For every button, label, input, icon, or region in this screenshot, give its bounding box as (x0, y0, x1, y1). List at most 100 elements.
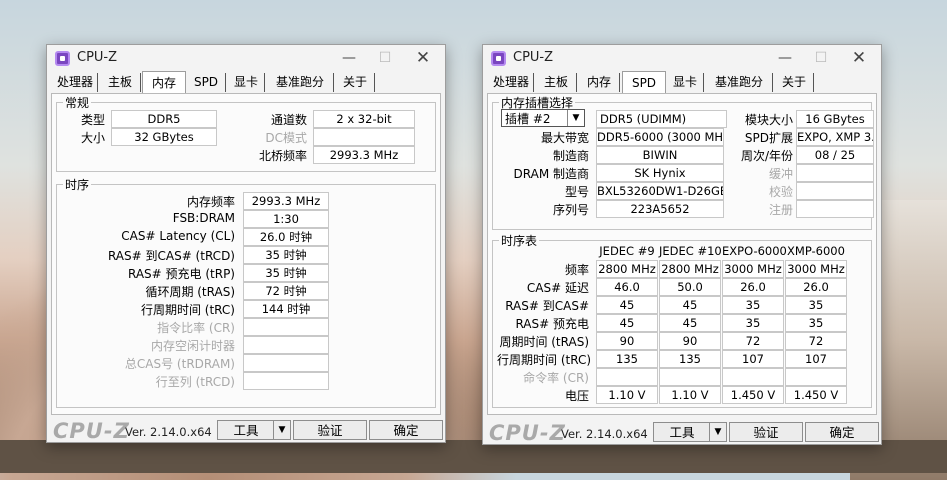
validate-button[interactable]: 验证 (293, 420, 367, 440)
timing-column-header: XMP-6000 (787, 244, 845, 258)
timing-label: CAS# Latency (CL) (121, 229, 235, 243)
tab-bench[interactable]: 基准跑分 (706, 73, 773, 92)
tab-mainboard[interactable]: 主板 (536, 73, 577, 92)
timing-row-label: 周期时间 (tRAS) (499, 335, 589, 349)
timing-table-group: 时序表 JEDEC #9 JEDEC #10 EXPO-6000 XMP-6000 频率… (492, 232, 872, 408)
timing-cell: 50.0 (659, 278, 721, 296)
ok-button[interactable]: 确定 (369, 420, 443, 440)
minimize-icon[interactable]: — (769, 47, 801, 69)
cpuz-logo: CPU-Z (53, 419, 130, 443)
tab-memory[interactable]: 内存 (142, 71, 186, 95)
general-group: 常规 类型 DDR5 大小 32 GBytes 通道数 2 x 32-bit D… (56, 94, 436, 172)
manufacturer-label: 制造商 (552, 149, 589, 163)
timing-row-label: 行周期时间 (tRC) (497, 353, 592, 367)
buffered-label: 缓冲 (768, 167, 793, 181)
tab-spd[interactable]: SPD (187, 73, 226, 92)
validate-button[interactable]: 验证 (729, 422, 803, 442)
close-icon[interactable]: ✕ (407, 47, 439, 69)
nb-freq-value: 2993.3 MHz (313, 146, 415, 164)
tools-button[interactable]: 工具 ▼ (653, 422, 727, 442)
ok-button[interactable]: 确定 (805, 422, 879, 442)
dram-manufacturer-value: SK Hynix (596, 164, 724, 182)
tab-graphics[interactable]: 显卡 (667, 73, 704, 92)
memory-type-value: DDR5 (UDIMM) (596, 110, 727, 128)
footer: CPU-Z Ver. 2.14.0.x64 工具 ▼ 验证 确定 (47, 417, 445, 445)
title-bar[interactable]: CPU-Z — ☐ ✕ (47, 45, 445, 71)
type-value: DDR5 (111, 110, 217, 128)
timing-cell (722, 368, 784, 386)
footer: CPU-Z Ver. 2.14.0.x64 工具 ▼ 验证 确定 (483, 419, 881, 447)
chevron-down-icon[interactable]: ▼ (567, 110, 584, 126)
registered-value (796, 200, 874, 218)
chevron-down-icon[interactable]: ▼ (273, 421, 290, 439)
timing-cell: 3000 MHz (785, 260, 847, 278)
dram-manufacturer-label: DRAM 制造商 (513, 167, 589, 181)
timing-row-label: 命令率 (CR) (523, 371, 589, 385)
timing-row-label: 电压 (564, 389, 589, 403)
memory-panel: 常规 类型 DDR5 大小 32 GBytes 通道数 2 x 32-bit D… (51, 93, 441, 415)
chevron-down-icon[interactable]: ▼ (709, 423, 726, 441)
part-number-label: 型号 (564, 185, 589, 199)
timing-cell: 107 (722, 350, 784, 368)
timing-cell: 72 (722, 332, 784, 350)
title-bar[interactable]: CPU-Z — ☐ ✕ (483, 45, 881, 71)
tab-memory[interactable]: 内存 (579, 73, 620, 92)
cpuz-window-spd: CPU-Z — ☐ ✕ 处理器 主板 内存 SPD 显卡 基准跑分 关于 内存插… (482, 44, 882, 445)
type-label: 类型 (80, 113, 105, 127)
tab-spd[interactable]: SPD (622, 71, 666, 95)
timing-cell: 3000 MHz (722, 260, 784, 278)
serial-value: 223A5652 (596, 200, 724, 218)
timing-value: 144 时钟 (243, 300, 329, 318)
timing-row-label: RAS# 到CAS# (505, 299, 589, 313)
timing-cell: 135 (596, 350, 658, 368)
timing-label: 行周期时间 (tRC) (140, 303, 235, 317)
timing-cell: 45 (596, 296, 658, 314)
slot-selected: 插槽 #2 (505, 112, 551, 126)
cpuz-app-icon (55, 51, 70, 66)
timing-label: RAS# 到CAS# (tRCD) (107, 249, 235, 263)
correction-value (796, 182, 874, 200)
tab-about[interactable]: 关于 (775, 73, 814, 92)
timing-cell: 135 (659, 350, 721, 368)
slot-select[interactable]: 插槽 #2 ▼ (501, 109, 585, 127)
timing-cell: 46.0 (596, 278, 658, 296)
tools-label: 工具 (669, 425, 695, 440)
timing-cell (596, 368, 658, 386)
timing-value (243, 354, 329, 372)
timing-row-label: CAS# 延迟 (526, 281, 589, 295)
maximize-icon[interactable]: ☐ (805, 47, 837, 69)
tab-bench[interactable]: 基准跑分 (267, 73, 334, 92)
timing-label: 行至列 (tRCD) (155, 375, 235, 389)
timing-value (243, 318, 329, 336)
timing-label: FSB:DRAM (172, 211, 235, 225)
tools-button[interactable]: 工具 ▼ (217, 420, 291, 440)
bandwidth-label: 最大带宽 (540, 131, 589, 145)
slot-group: 内存插槽选择 插槽 #2 ▼ DDR5 (UDIMM) 模块大小 16 GByt… (492, 94, 874, 230)
general-title: 常规 (63, 94, 92, 111)
close-icon[interactable]: ✕ (843, 47, 875, 69)
tab-about[interactable]: 关于 (336, 73, 375, 92)
timing-value: 26.0 时钟 (243, 228, 329, 246)
timing-cell: 35 (785, 296, 847, 314)
tab-graphics[interactable]: 显卡 (228, 73, 265, 92)
size-label: 大小 (80, 131, 105, 145)
timing-cell (659, 368, 721, 386)
size-value: 32 GBytes (111, 128, 217, 146)
module-size-label: 模块大小 (744, 113, 793, 127)
spd-ext-value: EXPO, XMP 3.0 (796, 128, 874, 146)
part-number-value: BXL53260DW1-D26GB (596, 182, 724, 200)
timing-label: 总CAS号 (tRDRAM) (124, 357, 235, 371)
timing-label: 内存频率 (186, 195, 235, 209)
timing-cell: 1.450 V (785, 386, 847, 404)
tab-cpu[interactable]: 处理器 (489, 73, 534, 92)
nb-freq-label: 北桥频率 (258, 149, 307, 163)
channels-value: 2 x 32-bit (313, 110, 415, 128)
timing-column-header: EXPO-6000 (722, 244, 787, 258)
maximize-icon[interactable]: ☐ (369, 47, 401, 69)
timing-column-header: JEDEC #9 (599, 244, 655, 258)
window-title: CPU-Z (513, 50, 554, 65)
minimize-icon[interactable]: — (333, 47, 365, 69)
timing-row-label: 频率 (564, 263, 589, 277)
tab-cpu[interactable]: 处理器 (53, 73, 98, 92)
tab-mainboard[interactable]: 主板 (100, 73, 141, 92)
